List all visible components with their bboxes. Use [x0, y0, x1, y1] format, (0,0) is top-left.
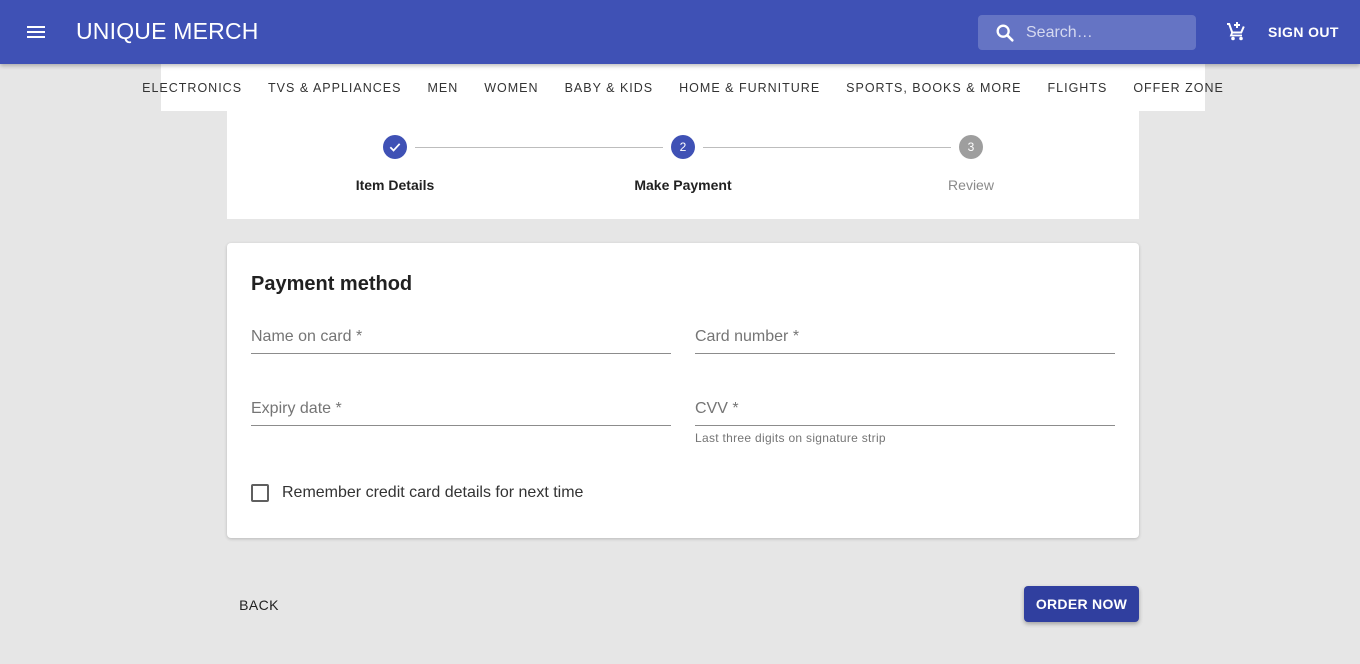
- search-icon: [996, 24, 1014, 42]
- step-2-indicator: 2: [671, 135, 695, 159]
- expiry-date-input[interactable]: [251, 386, 671, 424]
- step-3-indicator: 3: [959, 135, 983, 159]
- search-box[interactable]: [978, 15, 1196, 50]
- category-tab-tvs-appliances[interactable]: TVS & APPLIANCES: [255, 81, 414, 95]
- add-shopping-cart-icon[interactable]: [1224, 20, 1248, 44]
- step-label-make-payment: Make Payment: [634, 177, 732, 193]
- category-nav: ELECTRONICS TVS & APPLIANCES MEN WOMEN B…: [142, 64, 1223, 111]
- category-tab-electronics[interactable]: ELECTRONICS: [129, 81, 255, 95]
- menu-icon[interactable]: [24, 20, 48, 44]
- cvv-input[interactable]: [695, 386, 1115, 424]
- payment-method-card: Payment method Last three digits on sign…: [227, 243, 1139, 538]
- step-1-indicator: [383, 135, 407, 159]
- cvv-helper-text: Last three digits on signature strip: [695, 431, 886, 445]
- payment-method-title: Payment method: [251, 273, 413, 295]
- name-on-card-input[interactable]: [251, 314, 671, 352]
- step-label-item-details: Item Details: [355, 177, 435, 193]
- card-number-input[interactable]: [695, 314, 1115, 352]
- step-label-review: Review: [948, 177, 994, 193]
- category-tab-baby-kids[interactable]: BABY & KIDS: [552, 81, 667, 95]
- card-number-field[interactable]: [695, 314, 1115, 354]
- expiry-date-field[interactable]: [251, 386, 671, 426]
- checkout-stepper: 2 3 Item Details Make Payment Review: [227, 111, 1139, 219]
- order-now-button[interactable]: ORDER NOW: [1024, 586, 1139, 622]
- remember-card-option[interactable]: Remember credit card details for next ti…: [251, 483, 583, 503]
- category-tab-sports-books[interactable]: SPORTS, BOOKS & MORE: [833, 81, 1034, 95]
- category-tab-home-furniture[interactable]: HOME & FURNITURE: [666, 81, 833, 95]
- check-icon: [389, 143, 401, 152]
- app-bar: UNIQUE MERCH SIGN OUT: [0, 0, 1360, 64]
- step-connector: [703, 147, 951, 148]
- category-tab-men[interactable]: MEN: [414, 81, 471, 95]
- category-tab-offer-zone[interactable]: OFFER ZONE: [1120, 81, 1237, 95]
- brand-title: UNIQUE MERCH: [76, 18, 259, 44]
- category-tab-flights[interactable]: FLIGHTS: [1035, 81, 1121, 95]
- back-button[interactable]: BACK: [227, 587, 291, 623]
- step-connector: [415, 147, 663, 148]
- remember-card-checkbox[interactable]: [251, 484, 269, 502]
- sign-out-button[interactable]: SIGN OUT: [1258, 14, 1349, 50]
- remember-card-label: Remember credit card details for next ti…: [282, 484, 584, 501]
- category-tab-women[interactable]: WOMEN: [471, 81, 551, 95]
- cvv-field[interactable]: [695, 386, 1115, 426]
- name-on-card-field[interactable]: [251, 314, 671, 354]
- search-input[interactable]: [1026, 15, 1186, 50]
